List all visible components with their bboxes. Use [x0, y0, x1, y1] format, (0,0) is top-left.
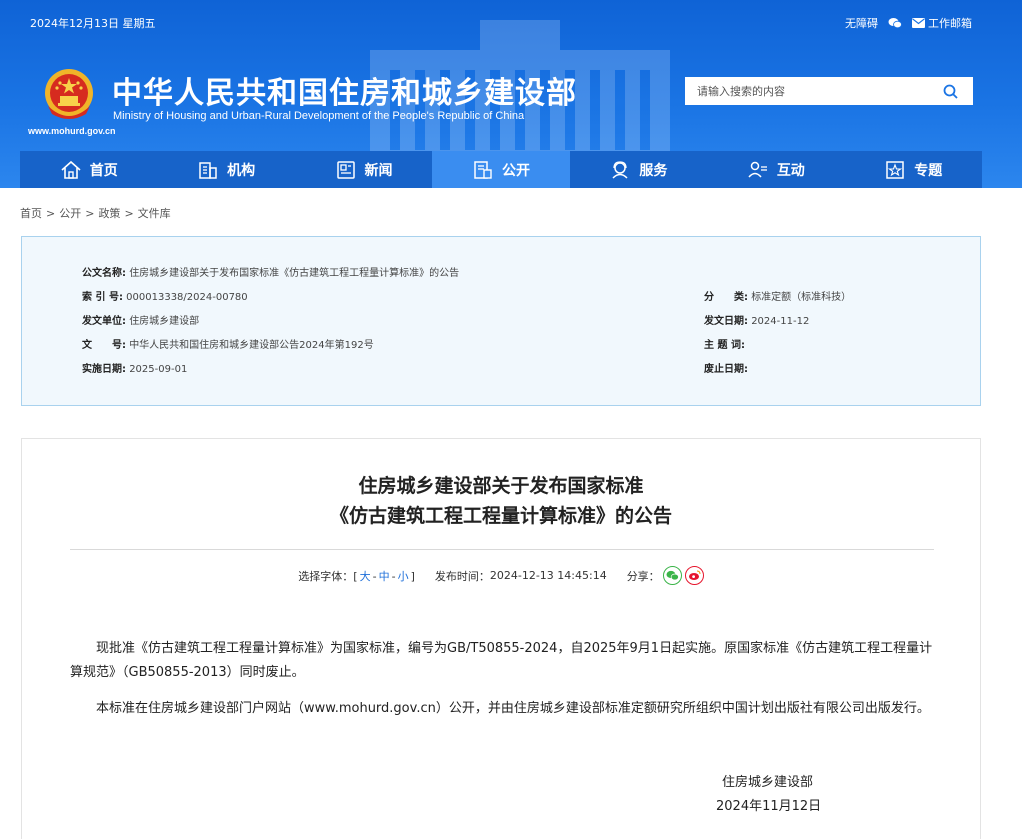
signer: 住房城乡建设部: [722, 771, 813, 790]
article-paragraph-1: 现批准《仿古建筑工程工程量计算标准》为国家标准，编号为GB/T50855-202…: [70, 637, 940, 685]
nav-item-interact[interactable]: 互动: [707, 151, 844, 188]
info-effective-row: 实施日期: 2025-09-01: [82, 360, 187, 375]
nav-item-public[interactable]: 公开: [432, 151, 569, 188]
info-docno-row: 文 号: 中华人民共和国住房和城乡建设部公告2024年第192号: [82, 336, 374, 351]
info-label: 索 引 号:: [82, 288, 123, 303]
article-paragraph-2: 本标准在住房城乡建设部门户网站（www.mohurd.gov.cn）公开，并由住…: [70, 697, 940, 721]
info-subject-row: 主 题 词:: [704, 336, 745, 351]
font-medium-link[interactable]: 中: [379, 570, 390, 583]
nav-item-topic[interactable]: 专题: [845, 151, 982, 188]
site-title-cn[interactable]: 中华人民共和国住房和城乡建设部: [112, 68, 577, 112]
site-title-en: Ministry of Housing and Urban-Rural Deve…: [113, 110, 524, 122]
info-index-row: 索 引 号: 000013338/2024-00780: [82, 288, 248, 303]
nav-label: 服务: [639, 160, 667, 180]
site-url: www.mohurd.gov.cn: [28, 126, 116, 136]
info-value: 住房城乡建设部: [129, 316, 199, 327]
interact-icon: [747, 159, 769, 181]
article: 住房城乡建设部关于发布国家标准 《仿古建筑工程工程量计算标准》的公告 选择字体：…: [21, 438, 981, 839]
sign-date: 2024年11月12日: [716, 795, 821, 814]
breadcrumb: 首页>公开>政策>文件库: [20, 205, 171, 221]
font-small-link[interactable]: 小: [398, 570, 409, 583]
wechat-icon[interactable]: [888, 17, 902, 29]
info-label: 废止日期:: [704, 360, 748, 375]
nav-label: 新闻: [365, 160, 393, 180]
document-info-panel: 公文名称: 住房城乡建设部关于发布国家标准《仿古建筑工程工程量计算标准》的公告 …: [21, 236, 981, 406]
topic-icon: [884, 159, 906, 181]
home-icon: [60, 159, 82, 181]
main-nav: 首页 机构 新闻 公开 服务 互动 专题: [20, 151, 982, 188]
info-repeal-row: 废止日期:: [704, 360, 748, 375]
wechat-share-icon[interactable]: [663, 566, 682, 585]
info-value: 2024-11-12: [751, 316, 809, 327]
site-header: 2024年12月13日 星期五 无障碍 工作邮箱 中华人民共和国住房和城乡建设部…: [0, 0, 1022, 188]
share-label: 分享：: [627, 568, 660, 584]
info-title-row: 公文名称: 住房城乡建设部关于发布国家标准《仿古建筑工程工程量计算标准》的公告: [82, 264, 459, 279]
info-label: 主 题 词:: [704, 336, 745, 351]
info-label: 公文名称:: [82, 264, 126, 279]
info-label: 分 类:: [704, 288, 748, 303]
news-icon: [335, 159, 357, 181]
breadcrumb-library[interactable]: 文件库: [138, 207, 171, 220]
search-icon: [943, 84, 958, 99]
search-button[interactable]: [927, 77, 973, 105]
info-value: 000013338/2024-00780: [126, 292, 248, 303]
search-box: [685, 77, 973, 105]
nav-item-news[interactable]: 新闻: [295, 151, 432, 188]
breadcrumb-home[interactable]: 首页: [20, 207, 42, 220]
publish-time: 2024-12-13 14:45:14: [490, 569, 607, 582]
breadcrumb-public[interactable]: 公开: [59, 207, 81, 220]
font-large-link[interactable]: 大: [360, 570, 371, 583]
national-emblem-logo[interactable]: [40, 66, 98, 124]
info-label: 文 号:: [82, 336, 126, 351]
current-date: 2024年12月13日 星期五: [30, 15, 156, 31]
mailbox-label: 工作邮箱: [928, 15, 972, 31]
accessibility-link[interactable]: 无障碍: [845, 15, 878, 31]
nav-label: 首页: [90, 160, 118, 180]
search-input[interactable]: [685, 77, 927, 105]
info-value: 2025-09-01: [129, 364, 187, 375]
mail-icon: [912, 18, 925, 28]
nav-item-home[interactable]: 首页: [20, 151, 157, 188]
nav-label: 互动: [777, 160, 805, 180]
article-title-line2: 《仿古建筑工程工程量计算标准》的公告: [22, 501, 980, 528]
nav-label: 机构: [227, 160, 255, 180]
nav-label: 专题: [914, 160, 942, 180]
publish-label: 发布时间：: [435, 568, 490, 584]
nav-item-service[interactable]: 服务: [570, 151, 707, 188]
info-value: 标准定额（标准科技）: [751, 292, 851, 303]
article-meta: 选择字体： [大-中-小] 发布时间： 2024-12-13 14:45:14 …: [22, 566, 980, 585]
nav-label: 公开: [502, 160, 530, 180]
breadcrumb-policy[interactable]: 政策: [98, 207, 120, 220]
font-select-label: 选择字体：: [298, 568, 353, 584]
font-size-selector: [大-中-小]: [353, 568, 415, 584]
info-issuer-row: 发文单位: 住房城乡建设部: [82, 312, 199, 327]
info-issue-date-row: 发文日期: 2024-11-12: [704, 312, 809, 327]
building-icon: [197, 159, 219, 181]
mailbox-link[interactable]: 工作邮箱: [912, 15, 972, 31]
title-divider: [70, 549, 934, 550]
weibo-share-icon[interactable]: [685, 566, 704, 585]
info-label: 实施日期:: [82, 360, 126, 375]
service-icon: [609, 159, 631, 181]
info-value: 住房城乡建设部关于发布国家标准《仿古建筑工程工程量计算标准》的公告: [129, 268, 459, 279]
nav-item-institution[interactable]: 机构: [157, 151, 294, 188]
info-label: 发文日期:: [704, 312, 748, 327]
article-title-line1: 住房城乡建设部关于发布国家标准: [22, 471, 980, 498]
info-label: 发文单位:: [82, 312, 126, 327]
info-value: 中华人民共和国住房和城乡建设部公告2024年第192号: [129, 340, 374, 351]
info-category-row: 分 类: 标准定额（标准科技）: [704, 288, 851, 303]
topbar-links: 无障碍 工作邮箱: [845, 15, 972, 31]
document-icon: [472, 159, 494, 181]
